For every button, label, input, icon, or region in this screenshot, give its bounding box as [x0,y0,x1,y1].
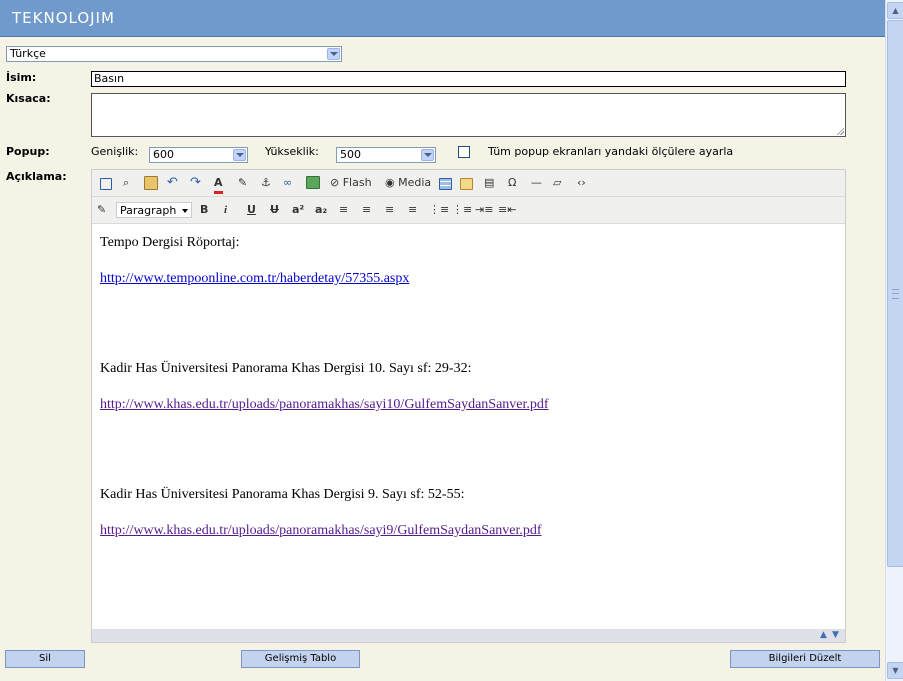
find-icon[interactable]: ⌕ [123,175,129,191]
update-button[interactable]: Bilgileri Düzelt [730,650,880,668]
new-document-icon[interactable] [100,178,112,190]
media-label: Media [398,176,432,189]
editor-statusbar: ▲ ▼ [92,629,845,642]
apply-all-label: Tüm popup ekranları yandaki ölçülere aya… [488,145,734,158]
resize-up-icon[interactable]: ▲ [820,630,827,640]
format-select-value: Paragraph [120,204,177,217]
flash-button[interactable]: ⊘ Flash [330,175,372,191]
eraser-icon[interactable]: ▱ [553,175,561,191]
advanced-table-button[interactable]: Gelişmiş Tablo [241,650,360,668]
indent-icon[interactable]: ⇥≡ [475,202,493,218]
template-icon[interactable]: ▤ [484,175,494,191]
link-tempo[interactable]: http://www.tempoonline.com.tr/haberdetay… [100,271,409,286]
paste-icon[interactable] [144,176,158,190]
align-left-icon[interactable]: ≡ [339,202,348,218]
rich-text-editor: ⌕ ↶ ↷ A ✎ ⚓ ∞ ⊘ Flash ◉ Media ▤ Ω — ▱ ‹›… [91,169,846,643]
delete-button[interactable]: Sil [5,650,85,668]
brand-logo: TEKNOLOJIM [12,9,115,27]
chevron-down-icon[interactable] [421,149,434,161]
unordered-list-icon[interactable]: ⋮≡ [452,202,472,218]
popup-height-value: 500 [340,148,361,161]
superscript-button[interactable]: a² [292,202,304,218]
format-select[interactable]: Paragraph [116,202,192,218]
short-textarea[interactable] [91,93,846,137]
name-input[interactable]: Basın [91,71,846,87]
underline-button[interactable]: U [247,202,256,218]
flash-label: Flash [342,176,372,189]
source-code-icon[interactable]: ‹› [577,175,586,191]
chevron-down-icon[interactable] [233,149,246,161]
media-icon: ◉ [385,176,395,189]
align-right-icon[interactable]: ≡ [385,202,394,218]
font-color-icon[interactable]: A [214,175,223,194]
horizontal-rule-icon[interactable]: — [531,175,542,191]
paragraph-khas-9: Kadir Has Üniversitesi Panorama Khas Der… [100,487,465,502]
flash-icon: ⊘ [330,176,340,189]
language-select[interactable]: Türkçe [6,46,342,62]
grip-icon [892,289,899,299]
vertical-scrollbar[interactable]: ▲ ▼ [885,0,903,681]
chevron-down-icon[interactable] [327,48,340,60]
paragraph-tempo: Tempo Dergisi Röportaj: [100,235,240,250]
highlight-icon[interactable]: ✎ [238,175,247,191]
language-select-value: Türkçe [10,47,46,60]
scroll-down-arrow-icon[interactable]: ▼ [887,662,903,679]
paragraph-khas-10: Kadir Has Üniversitesi Panorama Khas Der… [100,361,472,376]
ordered-list-icon[interactable]: ⋮≡ [429,202,449,218]
name-label: İsim: [6,71,37,84]
redo-icon[interactable]: ↷ [190,175,201,191]
scroll-up-arrow-icon[interactable]: ▲ [887,2,903,19]
justify-icon[interactable]: ≡ [408,202,417,218]
popup-height-select[interactable]: 500 [336,147,436,163]
italic-button[interactable]: i [224,202,227,218]
align-center-icon[interactable]: ≡ [362,202,371,218]
bold-button[interactable]: B [200,202,208,218]
editor-toolbar-row-1: ⌕ ↶ ↷ A ✎ ⚓ ∞ ⊘ Flash ◉ Media ▤ Ω — ▱ ‹› [92,170,845,197]
resize-grip-icon[interactable] [836,127,844,135]
media-button[interactable]: ◉ Media [385,175,431,191]
editor-content[interactable]: Tempo Dergisi Röportaj: http://www.tempo… [92,224,845,629]
popup-label: Popup: [6,145,50,158]
outdent-icon[interactable]: ≡⇤ [498,202,516,218]
link-icon[interactable]: ∞ [283,175,292,191]
special-char-icon[interactable]: Ω [508,175,516,191]
anchor-icon[interactable]: ⚓ [261,175,271,191]
short-label: Kısaca: [6,92,51,105]
resize-down-icon[interactable]: ▼ [832,630,839,640]
width-label: Genişlik: [91,145,139,158]
popup-width-value: 600 [153,148,174,161]
edit-style-icon[interactable]: ✎ [97,202,106,218]
table-properties-icon[interactable] [460,178,473,190]
link-khas-9[interactable]: http://www.khas.edu.tr/uploads/panoramak… [100,523,542,538]
scrollbar-thumb[interactable] [887,20,903,567]
height-label: Yükseklik: [265,145,319,158]
apply-all-checkbox[interactable] [458,146,470,158]
popup-width-select[interactable]: 600 [149,147,248,163]
image-icon[interactable] [306,176,320,189]
table-icon[interactable] [439,178,452,190]
description-label: Açıklama: [6,170,67,183]
editor-toolbar-row-2: ✎ Paragraph B i U U a² a₂ ≡ ≡ ≡ ≡ ⋮≡ ⋮≡ … [92,197,845,224]
strikethrough-button[interactable]: U [270,202,279,218]
title-bar: TEKNOLOJIM [0,0,885,37]
subscript-button[interactable]: a₂ [315,202,327,218]
undo-icon[interactable]: ↶ [167,175,178,191]
link-khas-10[interactable]: http://www.khas.edu.tr/uploads/panoramak… [100,397,549,412]
